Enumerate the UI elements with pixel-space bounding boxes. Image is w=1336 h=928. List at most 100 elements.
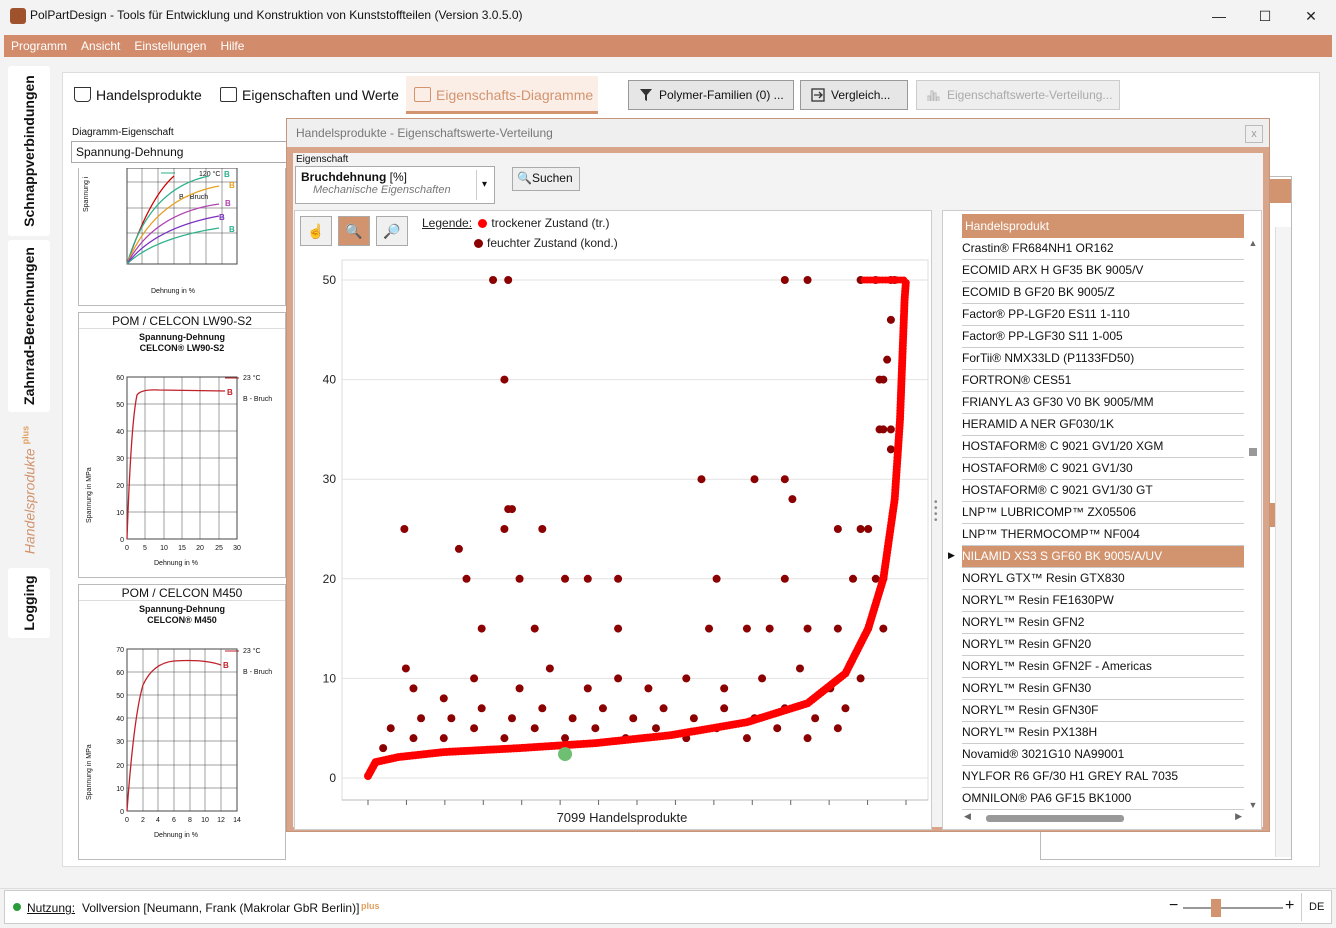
status-label[interactable]: Nutzung: — [27, 901, 75, 915]
list-item[interactable]: NYLFOR R6 GF/30 H1 GREY RAL 7035 — [962, 766, 1244, 788]
data-point-wet — [788, 495, 797, 504]
data-point-wet — [507, 714, 516, 723]
vtab-handelsprodukte[interactable]: Handelsprodukte plus — [8, 416, 50, 564]
menu-programm[interactable]: Programm — [4, 35, 74, 53]
zoom-slider[interactable] — [1183, 907, 1283, 909]
svg-text:B: B — [225, 199, 231, 208]
list-item[interactable]: ECOMID B GF20 BK 9005/Z — [962, 282, 1244, 304]
svg-text:60: 60 — [116, 375, 124, 382]
splitter-handle[interactable]: • • • • — [934, 498, 940, 534]
scatter-chart[interactable]: 0 10 20 30 40 50 7099 Handelsprodukte — [298, 256, 930, 828]
minimize-button[interactable]: — — [1196, 0, 1242, 32]
list-item[interactable]: NILAMID XS3 S GF60 BK 9005/A/UV — [962, 546, 1244, 568]
list-item[interactable]: LNP™ LUBRICOMP™ ZX05506 — [962, 502, 1244, 524]
list-item[interactable]: NORYL™ Resin PX138H — [962, 722, 1244, 744]
menu-ansicht[interactable]: Ansicht — [74, 35, 127, 53]
list-item[interactable]: ForTii® NMX33LD (P1133FD50) — [962, 348, 1244, 370]
list-item[interactable]: Crastin® FR684NH1 OR162 — [962, 238, 1244, 260]
zoom-reset-icon: 🔎 — [383, 223, 401, 239]
list-item[interactable]: LNP™ THERMOCOMP™ NF004 — [962, 524, 1244, 546]
list-item[interactable]: FORTRON® CES51 — [962, 370, 1244, 392]
diagram-thumbnail-1[interactable]: Spannung i 120 °C B - Bruch Dehnung in %… — [78, 167, 286, 306]
scroll-left-icon[interactable]: ◀ — [964, 811, 971, 822]
list-item[interactable]: OMNILON® PA6 GF15 BK1000 — [962, 788, 1244, 810]
data-point-wet — [795, 664, 804, 673]
list-item[interactable]: HOSTAFORM® C 9021 GV1/30 GT — [962, 480, 1244, 502]
polymer-familien-button[interactable]: Polymer-Familien (0) ... — [628, 80, 794, 110]
legend-wet: feuchter Zustand (kond.) — [487, 236, 618, 250]
list-header[interactable]: Handelsprodukt — [962, 214, 1244, 238]
suchen-button[interactable]: 🔍Suchen — [512, 167, 580, 191]
maximize-button[interactable]: ☐ — [1242, 0, 1288, 32]
menu-hilfe[interactable]: Hilfe — [213, 35, 251, 53]
data-point-wet — [742, 734, 751, 743]
svg-text:20: 20 — [116, 483, 124, 490]
eigenschaft-select[interactable]: Bruchdehnung [%] Mechanische Eigenschaft… — [295, 166, 495, 204]
chevron-down-icon[interactable]: ▾ — [476, 170, 492, 200]
diagram-thumbnail-2[interactable]: POM / CELCON LW90-S2 Spannung-Dehnung CE… — [78, 312, 286, 578]
zoom-tool-button[interactable]: 🔍 — [338, 216, 370, 246]
list-item[interactable]: Factor® PP-LGF30 S11 1-005 — [962, 326, 1244, 348]
vtab-handels-label: Handelsprodukte plus — [20, 425, 38, 555]
data-point-wet — [803, 276, 812, 284]
data-point-wet — [864, 525, 873, 533]
tab-handelsprodukte[interactable]: Handelsprodukte — [66, 76, 210, 114]
menu-bar: Programm Ansicht Einstellungen Hilfe — [4, 35, 1332, 57]
diagram-thumbnail-3[interactable]: POM / CELCON M450 Spannung-Dehnung CELCO… — [78, 584, 286, 860]
list-item[interactable]: FRIANYL A3 GF30 V0 BK 9005/MM — [962, 392, 1244, 414]
y-tick-label: 30 — [323, 472, 337, 486]
list-vscrollbar[interactable]: ▲ ▼ — [1246, 238, 1260, 810]
title-bar: PolPartDesign - Tools für Entwicklung un… — [0, 0, 1336, 32]
scroll-right-icon[interactable]: ▶ — [1235, 811, 1242, 822]
tab-eigenschaften[interactable]: Eigenschaften und Werte — [212, 76, 404, 114]
list-item[interactable]: NORYL™ Resin GFN30 — [962, 678, 1244, 700]
language-indicator[interactable]: DE — [1309, 901, 1324, 913]
data-point-wet — [470, 724, 479, 733]
list-item[interactable]: ECOMID ARX H GF35 BK 9005/V — [962, 260, 1244, 282]
close-window-button[interactable]: ✕ — [1288, 0, 1334, 32]
data-point-wet — [742, 624, 751, 633]
pan-tool-button[interactable]: ☝ — [300, 216, 332, 246]
dialog-close-button[interactable]: x — [1245, 125, 1263, 143]
scroll-up-icon[interactable]: ▲ — [1246, 238, 1260, 248]
list-item[interactable]: NORYL™ Resin GFN30F — [962, 700, 1244, 722]
vtab-zahnrad[interactable]: Zahnrad-Berechnungen — [8, 240, 50, 412]
list-item[interactable]: Factor® PP-LGF20 ES11 1-110 — [962, 304, 1244, 326]
list-item[interactable]: NORYL™ Resin GFN2F - Americas — [962, 656, 1244, 678]
zoom-reset-button[interactable]: 🔎 — [376, 216, 408, 246]
zoom-in-button[interactable]: + — [1285, 897, 1294, 915]
list-hscrollbar[interactable]: ◀ ▶ — [962, 810, 1244, 826]
menu-einstellungen[interactable]: Einstellungen — [127, 35, 213, 53]
zoom-out-button[interactable]: − — [1169, 897, 1178, 915]
vtab-logging[interactable]: Logging — [8, 568, 50, 638]
product-list[interactable]: Crastin® FR684NH1 OR162 ECOMID ARX H GF35… — [962, 238, 1244, 810]
list-item[interactable]: HOSTAFORM® C 9021 GV1/30 — [962, 458, 1244, 480]
scroll-thumb[interactable] — [1249, 448, 1257, 456]
data-point-wet — [447, 714, 456, 723]
tab-diagramme[interactable]: Eigenschafts-Diagramme — [406, 76, 598, 114]
data-point-wet — [803, 624, 812, 633]
list-item[interactable]: HERAMID A NER GF030/1K — [962, 414, 1244, 436]
list-item[interactable]: NORYL GTX™ Resin GTX830 — [962, 568, 1244, 590]
diagramm-eigenschaft-select[interactable]: Spannung-Dehnung — [71, 141, 287, 163]
list-item[interactable]: HOSTAFORM® C 9021 GV1/20 XGM — [962, 436, 1244, 458]
vergleich-button[interactable]: Vergleich... — [800, 80, 908, 110]
eigenschaft-unit: [%] — [389, 170, 408, 184]
vtab-logging-label: Logging — [21, 575, 37, 631]
list-item[interactable]: Novamid® 3021G10 NA99001 — [962, 744, 1244, 766]
data-point-wet — [614, 574, 623, 583]
vtab-schnappverbindungen[interactable]: Schnappverbindungen — [8, 66, 50, 236]
zoom-slider-thumb[interactable] — [1211, 899, 1221, 917]
verteilung-button[interactable]: Eigenschaftswerte-Verteilung... — [916, 80, 1120, 110]
list-item[interactable]: NORYL™ Resin GFN20 — [962, 634, 1244, 656]
compare-icon — [811, 88, 825, 102]
data-point-wet — [545, 664, 554, 673]
data-point-wet — [530, 724, 539, 733]
data-point-wet — [500, 734, 509, 743]
scroll-down-icon[interactable]: ▼ — [1246, 800, 1260, 810]
list-item[interactable]: NORYL™ Resin FE1630PW — [962, 590, 1244, 612]
hscroll-thumb[interactable] — [986, 815, 1124, 822]
list-item[interactable]: NORYL™ Resin GFN2 — [962, 612, 1244, 634]
vtab-schnapp-label: Schnappverbindungen — [21, 75, 37, 227]
svg-text:B: B — [229, 181, 235, 190]
